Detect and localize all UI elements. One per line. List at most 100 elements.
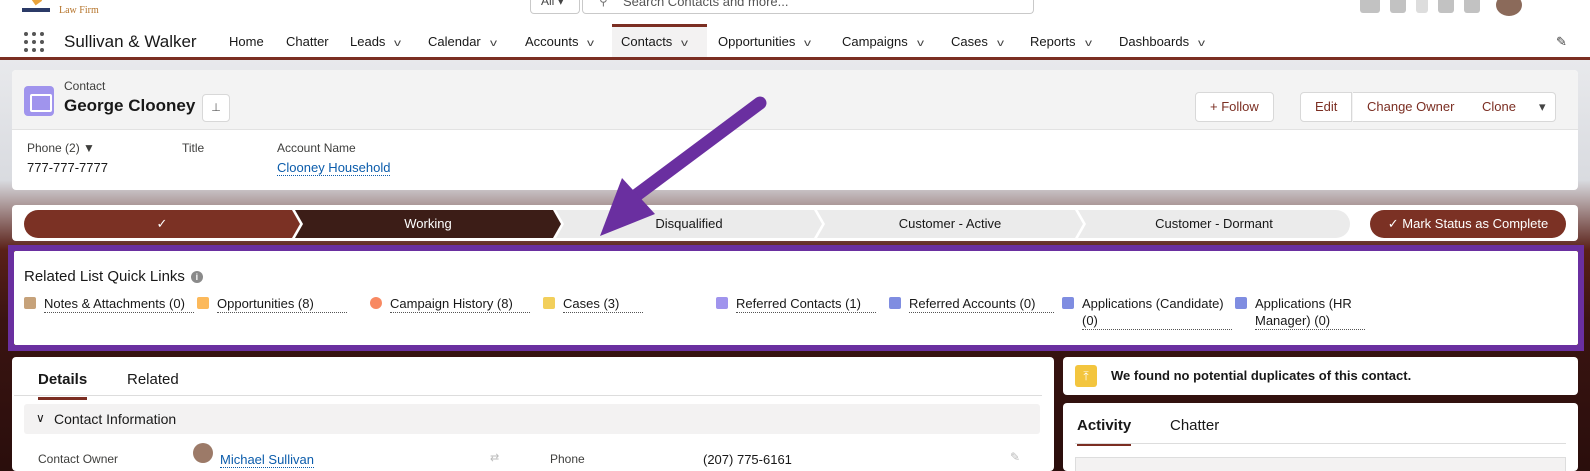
quick-link-label[interactable]: Referred Accounts (0)	[909, 295, 1054, 313]
quick-link-cases[interactable]: Cases (3)	[543, 295, 643, 313]
duplicate-message: We found no potential duplicates of this…	[1111, 368, 1412, 383]
phone-field-label[interactable]: Phone (2) ▼	[27, 141, 95, 155]
mark-status-complete-button[interactable]: ✓ Mark Status as Complete	[1370, 210, 1566, 238]
change-owner-button[interactable]: Change Owner	[1353, 92, 1470, 122]
nav-item-dashboards[interactable]: Dashboards v	[1119, 24, 1205, 57]
global-search-input[interactable]: ⚲ Search Contacts and more...	[582, 0, 1034, 14]
tab-chatter[interactable]: Chatter	[1170, 417, 1219, 434]
quick-link-applications-hr-manager[interactable]: Applications (HR Manager) (0)	[1235, 295, 1365, 330]
edit-nav-pencil-icon[interactable]: ✎	[1556, 34, 1567, 50]
chevron-down-icon[interactable]: v	[587, 38, 594, 49]
path-stage-customer-active[interactable]: Customer - Active	[817, 210, 1083, 238]
campaign-target-icon	[370, 297, 382, 309]
chevron-down-icon[interactable]: v	[1198, 38, 1205, 49]
nav-item-label: Cases	[951, 34, 988, 49]
contact-owner-link[interactable]: Michael Sullivan	[220, 452, 314, 468]
tab-activity[interactable]: Activity	[1077, 417, 1132, 446]
app-navigation-bar: Sullivan & Walker Home Chatter Leads v Ca…	[0, 24, 1590, 60]
status-path: ✓ Working Disqualified Customer - Active…	[12, 205, 1578, 241]
nav-item-contacts[interactable]: Contacts v	[612, 24, 707, 57]
nav-item-leads[interactable]: Leads v	[350, 24, 401, 57]
chevron-down-icon[interactable]: v	[681, 38, 688, 49]
quick-link-label[interactable]: Applications (Candidate) (0)	[1082, 295, 1232, 330]
tab-related[interactable]: Related	[127, 371, 179, 388]
chevron-down-icon[interactable]: v	[394, 38, 401, 49]
search-scope-select[interactable]: All ▾	[530, 0, 580, 14]
owner-link-text[interactable]: Michael Sullivan	[220, 452, 314, 468]
help-icon[interactable]	[1416, 0, 1428, 13]
record-header: Contact George Clooney ⊥ + Follow Edit C…	[12, 70, 1578, 190]
edit-button[interactable]: Edit	[1300, 92, 1353, 122]
activity-tab-divider	[1075, 443, 1566, 444]
quick-link-applications-candidate[interactable]: Applications (Candidate) (0)	[1062, 295, 1232, 330]
chevron-down-icon[interactable]: v	[804, 38, 811, 49]
opportunity-crown-icon	[197, 297, 209, 309]
chevron-down-icon[interactable]: v	[997, 38, 1004, 49]
duplicate-check-card: ⤒ We found no potential duplicates of th…	[1063, 357, 1578, 395]
user-avatar[interactable]	[1496, 0, 1522, 16]
object-type-label: Contact	[64, 79, 106, 93]
checkmark-icon: ✓	[1387, 216, 1399, 231]
nav-item-accounts[interactable]: Accounts v	[525, 24, 594, 57]
change-owner-icon[interactable]: ⇄	[490, 451, 499, 464]
quick-link-label[interactable]: Cases (3)	[563, 295, 643, 313]
nav-item-chatter[interactable]: Chatter	[286, 24, 329, 57]
quick-link-referred-accounts[interactable]: Referred Accounts (0)	[889, 295, 1054, 313]
account-name-link[interactable]: Clooney Household	[277, 160, 391, 176]
phone-detail-value: (207) 775-6161	[703, 452, 792, 467]
more-actions-button[interactable]: ▾	[1530, 92, 1556, 122]
nav-item-campaigns[interactable]: Campaigns v	[842, 24, 924, 57]
mark-complete-label: Mark Status as Complete	[1402, 216, 1549, 231]
logo-text: Law Firm	[59, 5, 99, 16]
hierarchy-button[interactable]: ⊥	[202, 94, 230, 122]
quick-link-label[interactable]: Campaign History (8)	[390, 295, 530, 313]
nav-item-reports[interactable]: Reports v	[1030, 24, 1092, 57]
path-stage-completed[interactable]: ✓	[24, 210, 300, 238]
section-title: Contact Information	[54, 411, 177, 427]
clone-button[interactable]: Clone	[1468, 92, 1531, 122]
search-scope-value: All	[541, 0, 555, 8]
info-icon[interactable]: i	[190, 271, 203, 283]
clone-label: Clone	[1482, 99, 1516, 114]
chevron-down-icon[interactable]: v	[917, 38, 924, 49]
account-link-text[interactable]: Clooney Household	[277, 160, 391, 176]
quick-link-campaign-history[interactable]: Campaign History (8)	[370, 295, 530, 313]
nav-item-calendar[interactable]: Calendar v	[428, 24, 497, 57]
quick-link-opportunities[interactable]: Opportunities (8)	[197, 295, 347, 313]
hierarchy-icon: ⊥	[211, 102, 221, 114]
nav-item-home[interactable]: Home	[229, 24, 264, 57]
quick-link-label[interactable]: Opportunities (8)	[217, 295, 347, 313]
setup-gear-icon[interactable]	[1438, 0, 1454, 13]
star-icon	[1062, 297, 1074, 309]
notes-icon	[24, 297, 36, 309]
quick-link-notes-attachments[interactable]: Notes & Attachments (0)	[24, 295, 194, 313]
global-actions-icon[interactable]	[1390, 0, 1406, 13]
plus-icon: +	[1210, 99, 1218, 114]
title-field-label: Title	[182, 141, 205, 155]
path-stage-customer-dormant[interactable]: Customer - Dormant	[1078, 210, 1350, 238]
chevron-down-icon[interactable]: v	[490, 38, 497, 49]
nav-item-cases[interactable]: Cases v	[951, 24, 1004, 57]
quick-link-referred-contacts[interactable]: Referred Contacts (1)	[716, 295, 876, 313]
quick-link-label[interactable]: Referred Contacts (1)	[736, 295, 876, 313]
quick-link-label[interactable]: Applications (HR Manager) (0)	[1255, 295, 1365, 330]
contact-information-section-header[interactable]: ∨ Contact Information	[24, 404, 1040, 434]
nav-item-opportunities[interactable]: Opportunities v	[718, 24, 811, 57]
activity-action-tabs[interactable]	[1075, 457, 1566, 471]
star-icon	[1235, 297, 1247, 309]
quick-link-label[interactable]: Notes & Attachments (0)	[44, 295, 194, 313]
nav-item-label: Contacts	[621, 34, 673, 49]
path-stage-working[interactable]: Working	[295, 210, 561, 238]
nav-item-label: Reports	[1030, 34, 1076, 49]
edit-pencil-icon[interactable]: ✎	[1010, 450, 1020, 464]
nav-item-label: Opportunities	[718, 34, 796, 49]
follow-button[interactable]: + Follow	[1195, 92, 1274, 122]
path-stage-disqualified[interactable]: Disqualified	[556, 210, 822, 238]
chevron-down-icon[interactable]: v	[1085, 38, 1092, 49]
global-header: Law Firm All ▾ ⚲ Search Contacts and more…	[0, 0, 1590, 24]
app-name: Sullivan & Walker	[64, 32, 197, 51]
favorites-icon[interactable]	[1360, 0, 1380, 13]
app-launcher-icon[interactable]	[24, 32, 44, 52]
nav-item-label: Calendar	[428, 34, 481, 49]
notifications-bell-icon[interactable]	[1464, 0, 1480, 13]
